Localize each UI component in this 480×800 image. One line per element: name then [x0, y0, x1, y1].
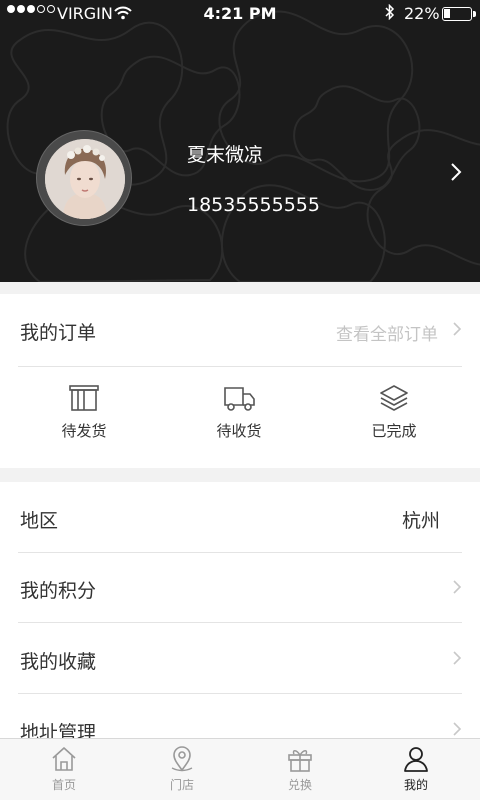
chevron-right-icon — [452, 650, 462, 670]
order-status-pending-ship[interactable]: 待发货 — [34, 384, 134, 441]
order-status-pending-receive[interactable]: 待收货 — [189, 384, 289, 441]
my-favorites-row[interactable]: 我的收藏 — [18, 623, 462, 693]
divider — [18, 366, 462, 367]
user-icon — [404, 747, 428, 772]
battery-icon — [442, 7, 476, 21]
chevron-right-icon — [452, 321, 462, 341]
tab-redeem[interactable]: 兑换 — [240, 739, 360, 800]
profile-header: VIRGIN 4:21 PM 22% 夏末微凉 18535555555 — [0, 0, 480, 282]
home-icon — [52, 747, 76, 771]
user-name: 夏末微凉 — [187, 144, 264, 166]
address-management-row[interactable]: 地址管理 — [18, 694, 462, 738]
location-pin-icon — [171, 746, 193, 772]
order-status-completed[interactable]: 已完成 — [344, 384, 444, 441]
truck-icon — [224, 387, 255, 411]
order-status-label: 待发货 — [61, 422, 107, 440]
chevron-right-icon — [452, 721, 462, 738]
order-status-label: 已完成 — [371, 422, 417, 440]
view-all-orders-link[interactable]: 查看全部订单 — [336, 320, 438, 345]
orders-card: 我的订单 查看全部订单 待发货 待收货 已完成 — [0, 294, 480, 468]
battery-percentage: 22% — [404, 4, 440, 23]
my-points-row[interactable]: 我的积分 — [18, 552, 462, 622]
package-icon — [69, 385, 99, 411]
chevron-right-icon — [452, 579, 462, 599]
user-phone: 18535555555 — [187, 194, 320, 216]
my-points-label: 我的积分 — [20, 580, 97, 602]
address-management-label: 地址管理 — [20, 722, 97, 738]
region-label: 地区 — [20, 510, 59, 532]
tab-mine[interactable]: 我的 — [356, 739, 476, 800]
bottom-tab-bar: 首页 门店 兑换 我的 — [0, 738, 480, 800]
tab-label: 我的 — [403, 778, 428, 792]
avatar-photo — [45, 139, 125, 219]
settings-list: 地区 杭州 我的积分 我的收藏 地址管理 — [0, 482, 480, 738]
tab-stores[interactable]: 门店 — [122, 739, 242, 800]
my-favorites-label: 我的收藏 — [20, 651, 97, 673]
tab-label: 兑换 — [287, 778, 312, 792]
avatar[interactable] — [36, 130, 132, 226]
region-value: 杭州 — [401, 510, 440, 532]
chevron-right-icon[interactable] — [450, 162, 462, 186]
my-orders-label: 我的订单 — [20, 322, 97, 344]
order-status-label: 待收货 — [216, 422, 262, 440]
gift-icon — [288, 750, 312, 772]
region-row[interactable]: 地区 杭州 — [18, 482, 462, 552]
bluetooth-icon — [385, 3, 395, 24]
layers-icon — [380, 385, 408, 411]
tab-home[interactable]: 首页 — [4, 739, 124, 800]
status-bar: VIRGIN 4:21 PM 22% — [0, 0, 480, 28]
tab-label: 首页 — [51, 778, 76, 792]
tab-label: 门店 — [169, 778, 194, 792]
order-status-shortcuts: 待发货 待收货 已完成 — [0, 384, 480, 454]
my-orders-row[interactable]: 我的订单 查看全部订单 — [18, 294, 462, 364]
